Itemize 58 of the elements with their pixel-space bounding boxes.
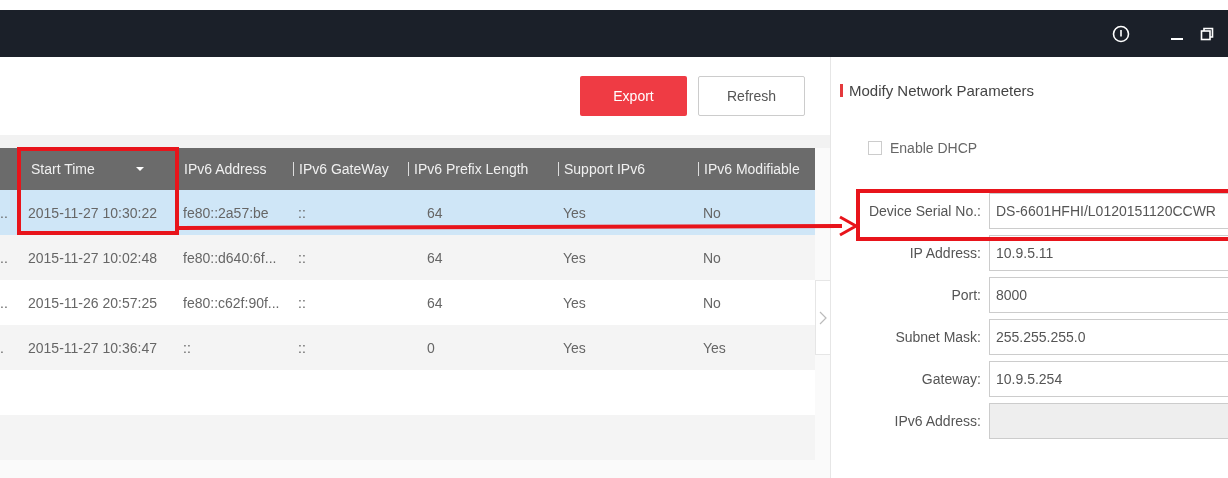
table-cell-text: 2015-11-27 10:02:48: [27, 249, 158, 266]
column-header[interactable]: Start Time: [31, 161, 95, 177]
column-header[interactable]: IPv6 Modifiable: [698, 162, 800, 176]
checkbox[interactable]: [868, 141, 882, 155]
table-cell-text: fe80::c62f:90f...: [182, 294, 281, 311]
input-field[interactable]: 255.255.255.0: [989, 319, 1228, 355]
table-cell-text: fe80::2a57:be: [182, 204, 270, 221]
table-cell-text: Yes: [562, 249, 587, 266]
table-cell-text: ..: [0, 249, 9, 266]
column-header[interactable]: IPv6 Prefix Length: [408, 162, 529, 176]
table-cell-text: fe80::d640:6f...: [182, 249, 278, 266]
column-header[interactable]: IPv6 Address: [178, 162, 267, 176]
table-cell-text: No: [702, 294, 722, 311]
table-cell-text: ::: [297, 339, 307, 356]
field-label: Port:: [950, 287, 981, 303]
table-cell-text: No: [702, 249, 722, 266]
field-label: Gateway:: [920, 371, 981, 387]
table-cell-text: ::: [297, 249, 307, 266]
table-cell-text: ::: [297, 294, 307, 311]
checkbox-label: Enable DHCP: [890, 140, 978, 156]
title-accent-bar: [840, 83, 843, 97]
chevron-right-icon: [819, 310, 827, 325]
column-header[interactable]: IPv6 GateWay: [293, 162, 389, 176]
field-label: Subnet Mask:: [894, 329, 981, 345]
table-cell-text: 2015-11-26 20:57:25: [27, 294, 158, 311]
table-cell-text: ::: [297, 204, 307, 221]
table-cell-text: ::: [182, 339, 192, 356]
input-field[interactable]: DS-6601HFHI/L0120151120CCWR: [989, 193, 1228, 229]
table-cell-text: No: [702, 204, 722, 221]
toolbar-button[interactable]: Refresh: [698, 76, 805, 116]
table-cell-text: 64: [426, 204, 444, 221]
info-icon[interactable]: [1112, 24, 1130, 43]
table-row[interactable]: .. 2015-11-27 10:30:22 fe80::2a57:be :: 64 Yes No: [0, 190, 815, 235]
table-cell-text: 2015-11-27 10:36:47: [27, 339, 158, 356]
table-row[interactable]: .. 2015-11-26 20:57:25 fe80::c62f:90f... :: 64 Yes No: [0, 280, 815, 325]
field-label: IPv6 Address:: [893, 413, 981, 429]
sort-caret-icon[interactable]: [134, 166, 145, 172]
table-cell-text: Yes: [702, 339, 727, 356]
restore-icon[interactable]: [1200, 26, 1214, 41]
input-field[interactable]: 8000: [989, 277, 1228, 313]
table-cell-text: 64: [426, 249, 444, 266]
input-field[interactable]: 10.9.5.254: [989, 361, 1228, 397]
panel-title: Modify Network Parameters: [849, 81, 1035, 99]
field-label: IP Address:: [908, 245, 981, 261]
column-header[interactable]: Support IPv6: [558, 162, 645, 176]
table-cell-text: 2015-11-27 10:30:22: [27, 204, 158, 221]
table-cell-text: ..: [0, 204, 9, 221]
table-cell-text: Yes: [562, 204, 587, 221]
table-row[interactable]: . 2015-11-27 10:36:47 :: :: 0 Yes Yes: [0, 325, 815, 370]
table-cell-text: ..: [0, 294, 9, 311]
table-row[interactable]: .. 2015-11-27 10:02:48 fe80::d640:6f... :: 64 Yes No: [0, 235, 815, 280]
table-cell-text: 64: [426, 294, 444, 311]
table-cell-text: 0: [426, 339, 436, 356]
table-cell-text: .: [0, 339, 5, 356]
table-cell-text: Yes: [562, 339, 587, 356]
field-label: Device Serial No.:: [867, 203, 981, 219]
toolbar-button[interactable]: Export: [580, 76, 687, 116]
table-cell-text: Yes: [562, 294, 587, 311]
